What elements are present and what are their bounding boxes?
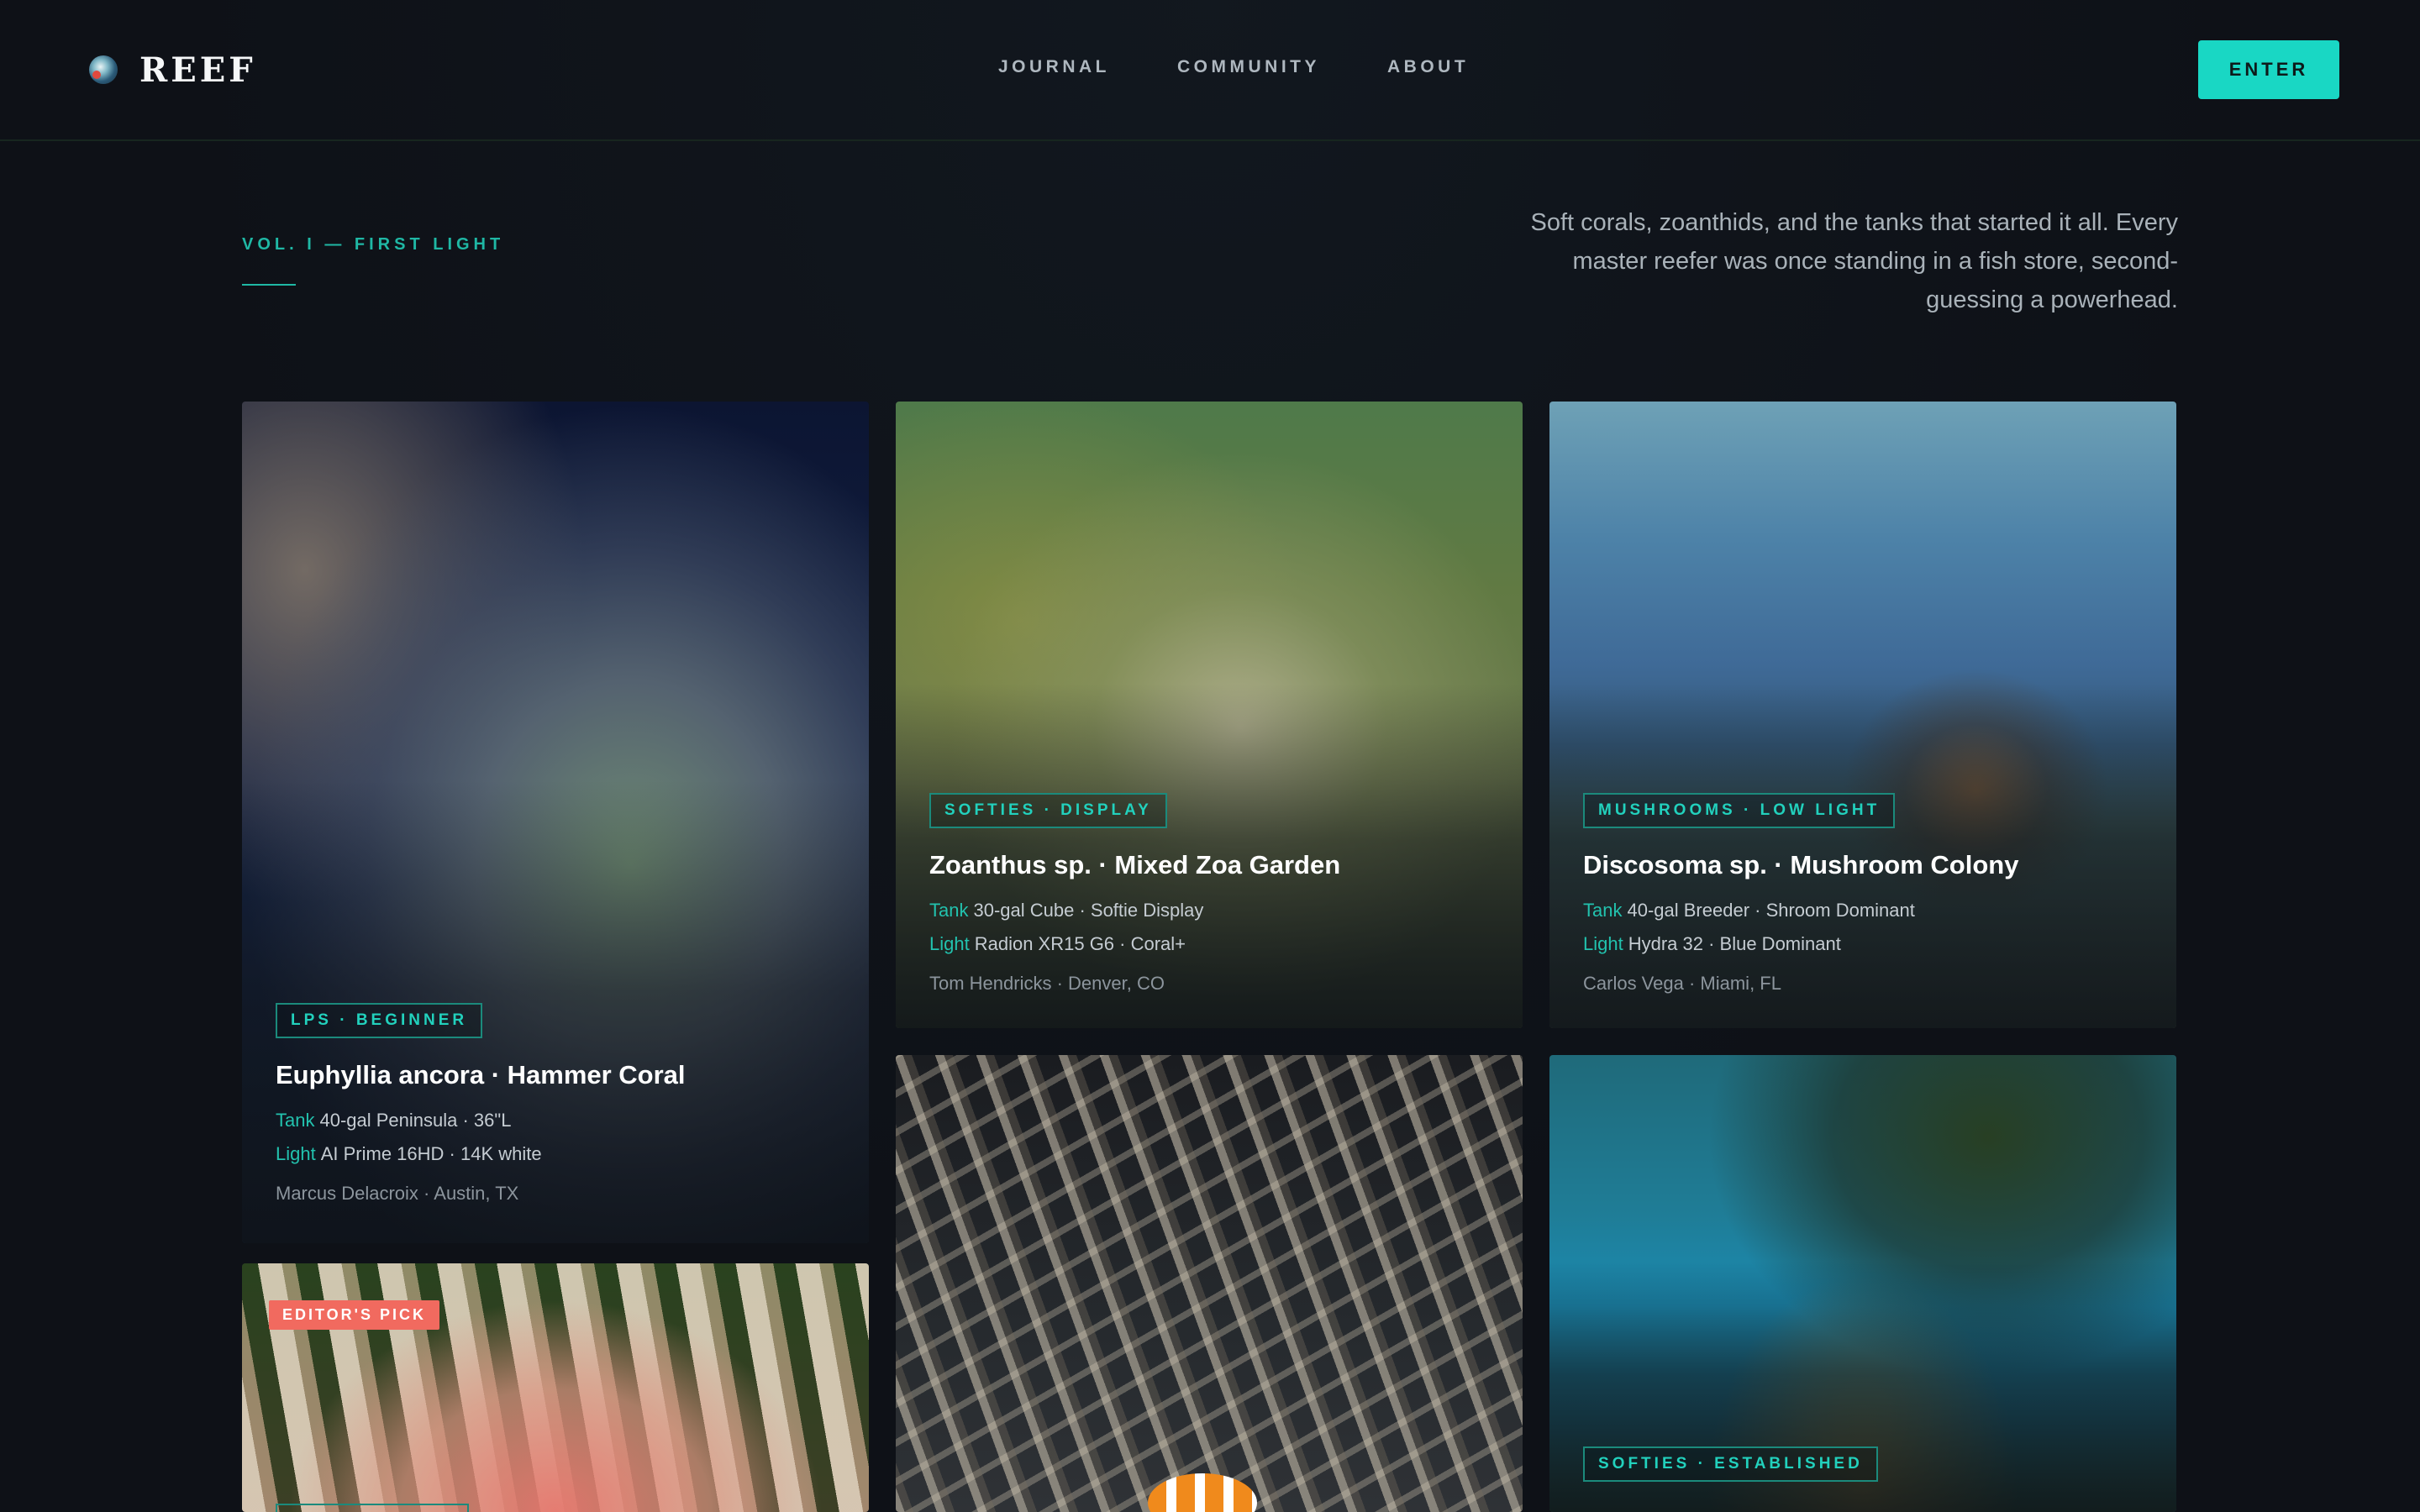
card-meta: SOFTIES · ESTABLISHED [1583, 1446, 2143, 1482]
coral-card-hammer[interactable]: LPS · BEGINNER Euphyllia ancora · Hammer… [242, 402, 869, 1243]
coral-card-editors-pick[interactable]: EDITOR'S PICK [242, 1263, 869, 1512]
category-tag[interactable]: SOFTIES · ESTABLISHED [1583, 1446, 1878, 1482]
category-tag [276, 1504, 469, 1512]
category-tag[interactable]: LPS · BEGINNER [276, 1003, 483, 1038]
card-title[interactable]: Zoanthus sp. · Mixed Zoa Garden [929, 850, 1489, 880]
nav-about[interactable]: ABOUT [1387, 57, 1469, 77]
category-tag[interactable]: SOFTIES · DISPLAY [929, 793, 1167, 828]
coral-card-zoa[interactable]: SOFTIES · DISPLAY Zoanthus sp. · Mixed Z… [896, 402, 1523, 1028]
volume-label: VOL. I — FIRST LIGHT [242, 235, 505, 254]
light-spec: Light AI Prime 16HD · 14K white [276, 1143, 542, 1164]
card-title[interactable]: Discosoma sp. · Mushroom Colony [1583, 850, 2143, 880]
intro-text: Soft corals, zoanthids, and the tanks th… [1530, 209, 2178, 313]
nav-community[interactable]: COMMUNITY [1177, 57, 1320, 77]
category-tag[interactable]: MUSHROOMS · LOW LIGHT [1583, 793, 1896, 828]
light-spec: Light Radion XR15 G6 · Coral+ [929, 933, 1186, 954]
tank-spec: Tank 40-gal Breeder · Shroom Dominant [1583, 900, 1915, 921]
site-header: REEF JOURNAL COMMUNITY ABOUT ENTER [0, 0, 2420, 141]
main-nav: JOURNAL COMMUNITY ABOUT [998, 57, 1469, 77]
coral-photo [896, 1055, 1523, 1512]
card-meta: MUSHROOMS · LOW LIGHT Discosoma sp. · Mu… [1583, 793, 2143, 995]
coral-card-mushroom[interactable]: MUSHROOMS · LOW LIGHT Discosoma sp. · Mu… [1549, 402, 2176, 1028]
card-owner: Carlos Vega · Miami, FL [1583, 973, 1781, 994]
tank-spec: Tank 40-gal Peninsula · 36"L [276, 1110, 512, 1131]
card-owner: Tom Hendricks · Denver, CO [929, 973, 1165, 994]
card-owner: Marcus Delacroix · Austin, TX [276, 1183, 519, 1204]
brand-name: REEF [139, 50, 256, 90]
brand[interactable]: REEF [89, 49, 256, 91]
enter-button[interactable]: ENTER [2198, 40, 2339, 99]
reef-globe-icon [89, 55, 118, 84]
coral-card-established[interactable]: SOFTIES · ESTABLISHED [1549, 1055, 2176, 1512]
light-spec: Light Hydra 32 · Blue Dominant [1583, 933, 1841, 954]
nav-journal[interactable]: JOURNAL [998, 57, 1110, 77]
coral-card-anemone[interactable] [896, 1055, 1523, 1512]
volume-divider [242, 284, 296, 286]
card-meta: LPS · BEGINNER Euphyllia ancora · Hammer… [276, 1003, 835, 1205]
tank-spec: Tank 30-gal Cube · Softie Display [929, 900, 1204, 921]
editors-pick-badge: EDITOR'S PICK [269, 1300, 439, 1330]
card-meta: SOFTIES · DISPLAY Zoanthus sp. · Mixed Z… [929, 793, 1489, 995]
card-title[interactable]: Euphyllia ancora · Hammer Coral [276, 1060, 835, 1090]
